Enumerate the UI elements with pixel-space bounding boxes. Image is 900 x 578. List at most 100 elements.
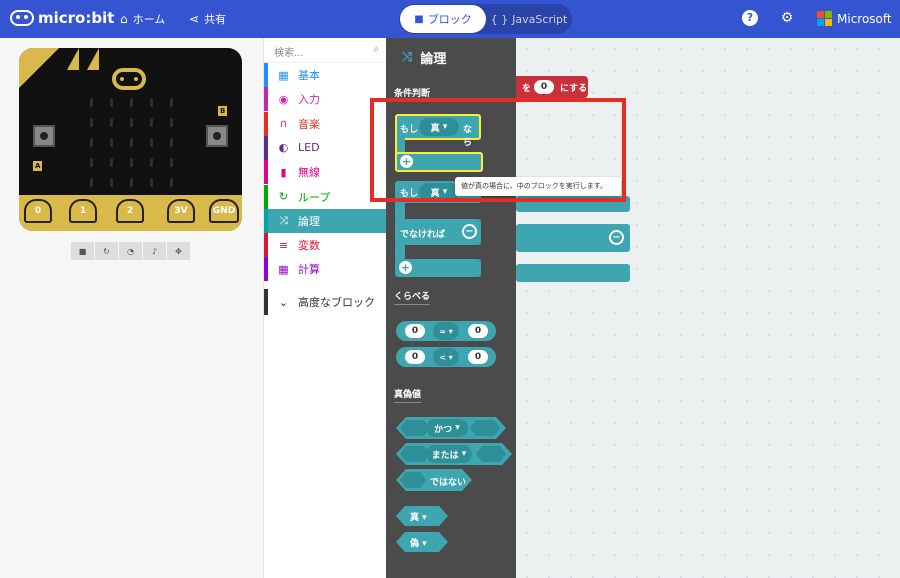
editor-toggle: ■ ブロック { } JavaScript: [399, 4, 572, 34]
javascript-tab[interactable]: { } JavaScript: [487, 5, 571, 33]
search-input[interactable]: 検索... ⌕: [264, 38, 387, 63]
javascript-tab-label: JavaScript: [512, 12, 568, 26]
else-spine: [395, 244, 405, 260]
mute-icon[interactable]: ♪: [143, 242, 166, 260]
if-else-footer[interactable]: +: [395, 259, 481, 277]
list-icon: ≡: [278, 238, 289, 252]
pin-0[interactable]: 0: [24, 199, 52, 223]
category-label: ループ: [298, 190, 331, 204]
led-pixel: [90, 118, 93, 127]
grid-icon: ▦: [278, 68, 289, 82]
lt-operator-dropdown[interactable]: < ▾: [433, 348, 459, 366]
category-refresh[interactable]: ↻ ループ: [264, 184, 387, 209]
restart-icon[interactable]: ↻: [95, 242, 118, 260]
button-b[interactable]: [206, 125, 228, 147]
led-pixel: [110, 118, 113, 127]
workspace-block-bar-2[interactable]: [516, 264, 630, 282]
chevron-down-icon: ⌄: [278, 295, 289, 309]
led-pixel: [90, 178, 93, 187]
led-pixel: [110, 98, 113, 107]
and-operator-dropdown[interactable]: かつ ▾: [426, 419, 468, 437]
led-pixel: [90, 138, 93, 147]
add-branch-icon-2[interactable]: +: [399, 261, 412, 274]
led-pixel: [130, 158, 133, 167]
workspace-else-block[interactable]: −: [516, 224, 630, 252]
microsoft-logo[interactable]: Microsoft: [817, 11, 892, 26]
help-icon[interactable]: ?: [742, 10, 758, 26]
share-button[interactable]: ⋖ 共有: [189, 11, 226, 27]
calculator-icon: ▦: [278, 262, 289, 276]
category-list[interactable]: ≡ 変数: [264, 233, 387, 258]
else-row[interactable]: でなければ −: [395, 219, 481, 245]
blocks-tab[interactable]: ■ ブロック: [400, 5, 486, 33]
home-icon: ⌂: [120, 12, 128, 26]
pin-1[interactable]: 1: [69, 199, 97, 223]
led-pixel: [150, 118, 153, 127]
share-label: 共有: [204, 13, 227, 26]
signal-icon: ▮: [280, 165, 287, 179]
home-button[interactable]: ⌂ ホーム: [120, 11, 165, 27]
microbit-logo-icon: [10, 10, 34, 26]
led-pixel: [170, 118, 173, 127]
section-boolean: 真偽値: [394, 387, 422, 403]
false-dropdown[interactable]: 偽 ▾: [410, 536, 427, 549]
led-pixel: [130, 98, 133, 107]
simulator-toolbar: ■ ↻ ◔ ♪ ✥: [71, 242, 190, 260]
remove-else-icon[interactable]: −: [609, 230, 624, 245]
compare-eq-block[interactable]: 0 = ▾ 0: [396, 321, 496, 341]
led-pixel: [170, 98, 173, 107]
category-label: 無線: [298, 166, 320, 180]
led-pixel: [90, 158, 93, 167]
microbit-board: A B 0 1 2 3V GND: [19, 48, 242, 231]
remove-else-icon-2[interactable]: −: [462, 224, 477, 239]
share-icon: ⋖: [189, 12, 200, 26]
or-operator-dropdown[interactable]: または ▾: [426, 445, 472, 463]
microbit-logo[interactable]: micro:bit: [10, 9, 114, 27]
true-dropdown[interactable]: 真 ▾: [410, 510, 427, 523]
category-signal[interactable]: ▮ 無線: [264, 160, 387, 185]
toggle-icon: ◐: [278, 141, 289, 155]
section-compare: くらべる: [394, 289, 431, 305]
compare-lt-block[interactable]: 0 < ▾ 0: [396, 347, 496, 367]
shuffle-icon: ⤨: [402, 50, 413, 65]
set-variable-block[interactable]: を 0 にする: [516, 76, 588, 98]
category-label: 変数: [298, 239, 320, 253]
led-pixel: [170, 178, 173, 187]
led-pixel: [150, 98, 153, 107]
category-label: 入力: [298, 93, 320, 107]
led-pixel: [90, 98, 93, 107]
slowmo-icon[interactable]: ◔: [119, 242, 142, 260]
search-placeholder: 検索...: [274, 48, 304, 59]
blocks-tab-label: ブロック: [427, 13, 472, 26]
led-pixel: [170, 158, 173, 167]
search-icon: ⌕: [373, 44, 379, 55]
category-shuffle[interactable]: ⤨ 論理: [264, 208, 387, 233]
refresh-icon: ↻: [278, 190, 289, 203]
category-label: 音楽: [298, 117, 320, 131]
gear-icon[interactable]: ⚙: [779, 10, 795, 26]
button-a[interactable]: [33, 125, 55, 147]
stop-icon[interactable]: ■: [71, 242, 94, 260]
pin-3v[interactable]: 3V: [167, 199, 195, 223]
advanced-blocks[interactable]: ⌄ 高度なブロック: [264, 289, 387, 315]
category-target[interactable]: ◉ 入力: [264, 87, 387, 112]
led-pixel: [110, 158, 113, 167]
category-calculator[interactable]: ▦ 計算: [264, 257, 387, 282]
eq-operator-dropdown[interactable]: = ▾: [433, 322, 459, 340]
flyout-title: ⤨ 論理: [402, 50, 447, 67]
microsoft-icon: [817, 11, 832, 26]
category-headphones[interactable]: ∩ 音楽: [264, 111, 387, 136]
not-label: ではない: [430, 478, 467, 488]
braces-icon: { }: [490, 12, 509, 26]
pin-gnd[interactable]: GND: [209, 199, 239, 223]
led-pixel: [130, 118, 133, 127]
fullscreen-icon[interactable]: ✥: [167, 242, 190, 260]
led-pixel: [130, 138, 133, 147]
led-pixel: [110, 178, 113, 187]
category-label: LED: [298, 141, 320, 155]
set-value-field[interactable]: 0: [534, 80, 554, 94]
category-toggle[interactable]: ◐ LED: [264, 135, 387, 160]
category-grid[interactable]: ▦ 基本: [264, 63, 387, 87]
microsoft-label: Microsoft: [837, 11, 892, 26]
pin-2[interactable]: 2: [116, 199, 144, 223]
